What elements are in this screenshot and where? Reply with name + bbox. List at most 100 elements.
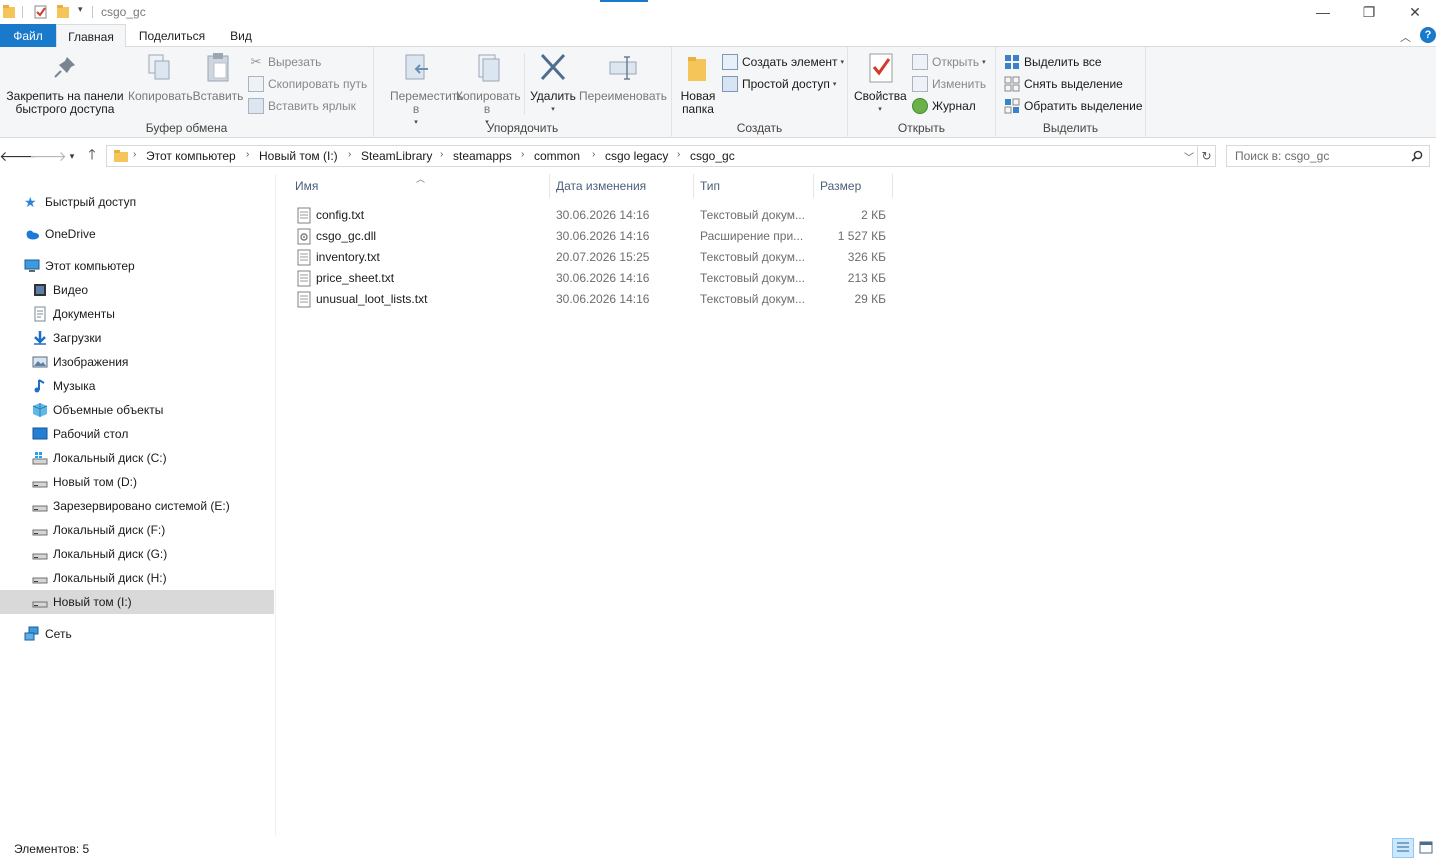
properties-button[interactable]: Свойства ▾ [854,51,907,116]
nav-onedrive[interactable]: OneDrive [0,222,274,246]
open-button[interactable]: Открыть ▾ [912,52,986,72]
copy-button[interactable]: Копировать [128,51,193,103]
file-row[interactable]: inventory.txt 20.07.2026 15:25 Текстовый… [293,247,893,268]
file-size: 29 КБ [854,292,886,306]
refresh-button[interactable]: ↻ [1198,145,1216,167]
file-row[interactable]: csgo_gc.dll 30.06.2026 14:16 Расширение … [293,226,893,247]
nav-item-desktop[interactable]: Рабочий стол [0,422,274,446]
drive-icon [32,481,48,488]
nav-item-3d-objects[interactable]: Объемные объекты [0,398,274,422]
minimize-button[interactable]: — [1300,0,1346,24]
breadcrumb-common[interactable]: common [534,149,580,163]
delete-button[interactable]: Удалить ▾ [528,51,578,116]
new-item-button[interactable]: Создать элемент ▾ [722,52,844,72]
new-folder-button[interactable]: Новая папка [678,51,718,116]
cut-button[interactable]: ✂ Вырезать [248,52,322,72]
breadcrumb-csgo-legacy[interactable]: csgo legacy [605,149,668,163]
copy-path-button[interactable]: Скопировать путь [248,74,367,94]
column-header-type[interactable]: Тип [700,174,813,198]
move-to-button[interactable]: Переместить в ▾ [380,51,464,129]
nav-item-drive-e[interactable]: Зарезервировано системой (E:) [0,494,274,518]
restore-button[interactable]: ❐ [1346,0,1392,24]
breadcrumb-drive[interactable]: Новый том (I:) [259,149,338,163]
large-icons-view-button[interactable] [1417,838,1435,858]
nav-item-drive-c[interactable]: Локальный диск (C:) [0,446,274,470]
column-header-date[interactable]: Дата изменения [556,174,694,198]
forward-button[interactable]: 🡒 [29,147,67,165]
nav-item-videos[interactable]: Видео [0,278,274,302]
paste-shortcut-button[interactable]: Вставить ярлык [248,96,356,116]
nav-item-music[interactable]: Музыка [0,374,274,398]
tab-file[interactable]: Файл [0,24,56,47]
column-separator[interactable] [549,174,550,198]
address-dropdown-icon[interactable]: ﹀ [1184,149,1194,164]
nav-item-drive-h[interactable]: Локальный диск (H:) [0,566,274,590]
column-separator[interactable] [813,174,814,198]
breadcrumb-chevron-icon[interactable]: › [133,149,136,160]
close-button[interactable]: ✕ [1392,0,1436,24]
recent-locations-button[interactable]: ▾ [62,147,82,165]
qa-customize-icon[interactable]: ▾ [78,4,83,15]
nav-this-pc[interactable]: Этот компьютер [0,254,274,278]
tab-share[interactable]: Поделиться [130,24,214,47]
copy-icon [148,54,170,80]
breadcrumb-csgo-gc[interactable]: csgo_gc [690,149,735,163]
breadcrumb-chevron-icon[interactable]: › [348,149,351,160]
breadcrumb-chevron-icon[interactable]: › [246,149,249,160]
breadcrumb-chevron-icon[interactable]: › [521,149,524,160]
cloud-icon [26,230,39,240]
delete-caret-icon: ▾ [551,106,555,113]
breadcrumb-chevron-icon[interactable]: › [677,149,680,160]
nav-item-downloads[interactable]: Загрузки [0,326,274,350]
breadcrumb-steamapps[interactable]: steamapps [453,149,512,163]
select-none-button[interactable]: Снять выделение [1004,74,1123,94]
nav-network[interactable]: Сеть [0,622,274,646]
nav-item-label: Локальный диск (C:) [53,451,167,465]
nav-item-documents[interactable]: Документы [0,302,274,326]
pin-quick-access-button[interactable]: Закрепить на панели быстрого доступа [4,51,126,116]
rename-button[interactable]: Переименовать [578,51,668,103]
ribbon: Закрепить на панели быстрого доступа Коп… [0,47,1436,138]
column-separator[interactable] [892,174,893,198]
nav-item-drive-f[interactable]: Локальный диск (F:) [0,518,274,542]
tab-home[interactable]: Главная [56,24,126,48]
copy-to-button[interactable]: Копировать в ▾ [454,51,521,129]
breadcrumb-this-pc[interactable]: Этот компьютер [146,149,236,163]
nav-quick-access[interactable]: ★ Быстрый доступ [0,190,274,214]
breadcrumb-chevron-icon[interactable]: › [592,149,595,160]
select-all-button[interactable]: Выделить все [1004,52,1102,72]
easy-access-button[interactable]: Простой доступ ▾ [722,74,836,94]
details-view-button[interactable] [1392,838,1414,858]
invert-selection-button[interactable]: Обратить выделение [1004,96,1143,116]
column-header-size[interactable]: Размер [820,174,892,198]
properties-caret-icon: ▾ [878,106,882,113]
column-header-name[interactable]: Имя [295,174,550,198]
nav-item-drive-d[interactable]: Новый том (D:) [0,470,274,494]
nav-item-pictures[interactable]: Изображения [0,350,274,374]
properties-qa-icon[interactable] [34,4,48,20]
breadcrumb-steamlibrary[interactable]: SteamLibrary [361,149,432,163]
column-type-label: Тип [700,179,721,193]
tab-view[interactable]: Вид [218,24,264,47]
history-button[interactable]: Журнал [912,96,976,116]
file-row[interactable]: price_sheet.txt 30.06.2026 14:16 Текстов… [293,268,893,289]
collapse-ribbon-icon[interactable]: ︿ [1400,29,1411,45]
address-bar[interactable]: › Этот компьютер › Новый том (I:) › Stea… [106,145,1198,167]
column-separator[interactable] [693,174,694,198]
select-all-label: Выделить все [1024,55,1102,69]
nav-item-drive-g[interactable]: Локальный диск (G:) [0,542,274,566]
breadcrumb-chevron-icon[interactable]: › [440,149,443,160]
up-button[interactable]: 🡑 [82,146,102,165]
file-row[interactable]: config.txt 30.06.2026 14:16 Текстовый до… [293,205,893,226]
back-button[interactable]: 🡐 [0,147,37,165]
new-folder-qa-icon[interactable] [56,4,70,20]
documents-folder-icon [34,306,46,322]
file-row[interactable]: unusual_loot_lists.txt 30.06.2026 14:16 … [293,289,893,310]
search-icon[interactable] [1411,150,1423,162]
paste-button[interactable]: Вставить [192,51,244,103]
nav-item-drive-i[interactable]: Новый том (I:) [0,590,274,614]
file-name: csgo_gc.dll [316,229,377,243]
help-icon[interactable]: ? [1420,27,1436,43]
search-box[interactable]: Поиск в: csgo_gc [1226,145,1430,167]
edit-button[interactable]: Изменить [912,74,986,94]
